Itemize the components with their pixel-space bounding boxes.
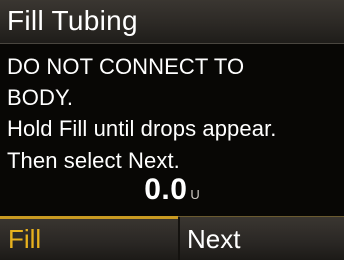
instruction-panel: DO NOT CONNECT TO BODY. Hold Fill until … xyxy=(0,44,344,216)
warning-line-2: BODY. xyxy=(7,85,74,110)
pump-screen: Fill Tubing DO NOT CONNECT TO BODY. Hold… xyxy=(0,0,344,260)
fill-softkey-label: Fill xyxy=(8,224,42,254)
title-bar: Fill Tubing xyxy=(0,0,344,44)
fill-amount-unit: U xyxy=(190,187,200,202)
instruction-line-1: Hold Fill until drops appear. xyxy=(7,116,277,141)
fill-softkey[interactable]: Fill xyxy=(0,216,178,260)
instruction-line-2: Then select Next. xyxy=(7,148,180,173)
softkey-bar: Fill Next xyxy=(0,216,344,260)
next-softkey[interactable]: Next xyxy=(178,217,344,260)
next-softkey-label: Next xyxy=(187,224,241,254)
fill-amount-readout: 0.0 U xyxy=(0,172,344,212)
warning-line-1: DO NOT CONNECT TO xyxy=(7,54,245,79)
fill-amount-value: 0.0 xyxy=(144,173,188,206)
screen-title: Fill Tubing xyxy=(7,5,138,36)
